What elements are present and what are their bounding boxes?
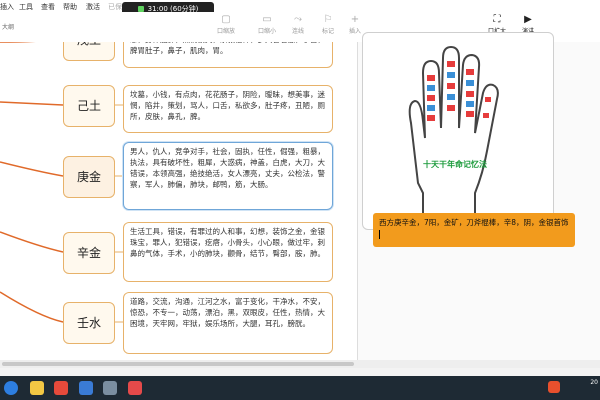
palm-illustration	[408, 45, 499, 226]
toolbar-connect[interactable]: ⤳ 连线	[286, 14, 310, 35]
app-blue-icon[interactable]	[79, 381, 93, 395]
zoom-icon: ▢	[221, 14, 231, 25]
menu-tools[interactable]: 工具	[19, 2, 33, 12]
text-cursor	[379, 229, 380, 239]
mark-icon: ⚐	[323, 14, 333, 25]
app-x-icon[interactable]	[54, 381, 68, 395]
outline-document: 戊土 忌，身体肥胖，热情豪爽，宗教信仰，多大智若愚，子宫，脾胃肚子，鼻子，肌肉，…	[0, 42, 358, 360]
floating-note[interactable]: 西方庚辛金，7阳，金矿，刀斧棍棒，辛8，阴，金银首饰	[373, 213, 575, 247]
card-ren-water[interactable]: 道路，交流，沟通，江河之水，富于变化，干净水，不安，惊恐，不专一，动荡，漂泊，黑…	[123, 292, 333, 354]
present-icon: ▶	[524, 14, 532, 25]
mindmap-canvas[interactable]: 戊土 忌，身体肥胖，热情豪爽，宗教信仰，多大智若愚，子宫，脾胃肚子，鼻子，肌肉，…	[0, 32, 600, 360]
toolbar-insert[interactable]: + 插入	[343, 14, 367, 35]
app-gray-icon[interactable]	[103, 381, 117, 395]
taskbar: 20	[0, 376, 600, 400]
toolbar-zoom[interactable]: ▢ 口缩放	[214, 14, 238, 35]
node-geng-metal[interactable]: 庚金	[63, 156, 115, 198]
breadcrumb[interactable]: 大纲	[2, 22, 14, 31]
ime-icon[interactable]	[548, 381, 560, 393]
card-xin-metal[interactable]: 生活工具，错误，有罪过的人和事，幻想，装饰之金，金银珠宝，罪人，犯错误，疙瘩，小…	[123, 222, 333, 282]
card-ji-earth[interactable]: 坟墓，小钱，有点肉，花花肠子，阴险，暧昧，想美事，迷惘，陷井，策划，骂人，口舌，…	[123, 85, 333, 133]
expand-icon: ⛶	[493, 14, 501, 25]
hand-diagram[interactable]: 十天干年命记忆法	[362, 32, 554, 230]
menu-help[interactable]: 帮助	[63, 2, 77, 12]
plus-icon: +	[350, 14, 360, 25]
menu-insert[interactable]: 插入	[0, 2, 14, 12]
menu-bar: 插入 工具 查看 帮助 激活 已保	[0, 0, 600, 12]
node-ji-earth[interactable]: 己土	[63, 85, 115, 127]
card-geng-metal[interactable]: 男人，仇人，竞争对手，社会，固执，任性，倔强，粗暴，执法，具有破坏性，粗犀，大惑…	[123, 142, 333, 210]
note-text: 西方庚辛金，7阳，金矿，刀斧棍棒，辛8，阴，金银首饰	[379, 218, 569, 227]
menu-view[interactable]: 查看	[41, 2, 55, 12]
right-panel: 十天干年命记忆法 西方庚辛金，7阳，金矿，刀斧棍棒，辛8，阴，金银首饰	[358, 32, 600, 360]
folder-icon[interactable]	[30, 381, 44, 395]
connect-icon: ⤳	[294, 14, 302, 25]
save-status: 已保	[108, 3, 122, 11]
tray-clock[interactable]: 20	[590, 379, 598, 386]
shrink-icon: ▭	[262, 14, 272, 25]
node-wu-earth[interactable]: 戊土	[63, 42, 115, 61]
horizontal-scrollbar[interactable]	[0, 360, 600, 368]
node-ren-water[interactable]: 壬水	[63, 302, 115, 344]
wps-icon[interactable]	[128, 381, 142, 395]
scroll-thumb[interactable]	[2, 362, 354, 366]
toolbar-shrink[interactable]: ▭ 口缩小	[255, 14, 279, 35]
menu-activate[interactable]: 激活	[86, 2, 100, 12]
start-icon[interactable]	[4, 381, 18, 395]
toolbar-mark[interactable]: ⚐ 标记	[316, 14, 340, 35]
node-xin-metal[interactable]: 辛金	[63, 232, 115, 274]
card-wu-earth[interactable]: 忌，身体肥胖，热情豪爽，宗教信仰，多大智若愚，子宫，脾胃肚子，鼻子，肌肉，胃。	[123, 42, 333, 68]
hand-caption: 十天干年命记忆法	[423, 160, 487, 169]
